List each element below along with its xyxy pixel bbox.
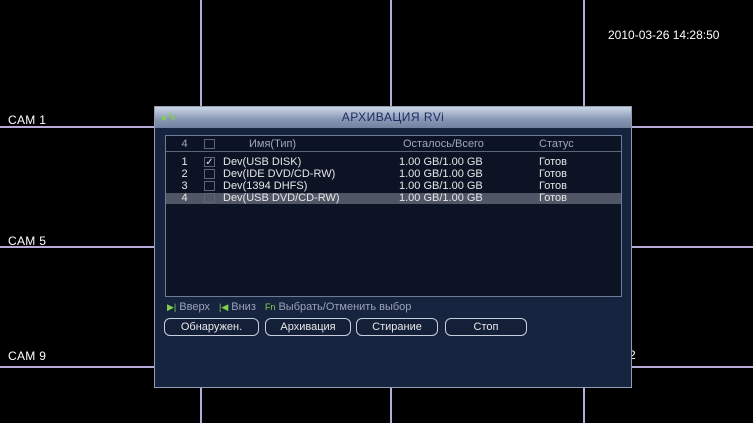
select-all-checkbox[interactable] bbox=[204, 139, 215, 149]
row-checkbox[interactable] bbox=[204, 181, 215, 191]
hint-down-label: Вниз bbox=[231, 301, 256, 313]
device-name: Dev(USB DISK) bbox=[223, 156, 302, 168]
hint-down: |◀ Вниз bbox=[219, 301, 256, 313]
row-checkbox[interactable] bbox=[204, 193, 215, 203]
row-index: 3 bbox=[181, 180, 188, 192]
erase-button[interactable]: Стирание bbox=[356, 318, 438, 336]
arrow-down-icon: |◀ bbox=[219, 302, 229, 312]
device-space: 1.00 GB/1.00 GB bbox=[399, 192, 483, 204]
hint-select: Fn Выбрать/Отменить выбор bbox=[265, 301, 411, 313]
device-space: 1.00 GB/1.00 GB bbox=[399, 156, 483, 168]
datetime-display: 2010-03-26 14:28:50 bbox=[608, 28, 720, 42]
header-divider bbox=[166, 151, 621, 152]
column-header-name[interactable]: Имя(Тип) bbox=[249, 139, 296, 150]
hint-up-label: Вверх bbox=[179, 301, 210, 313]
device-status: Готов bbox=[539, 180, 567, 192]
device-table: 4 Имя(Тип) Осталось/Всего Статус 1 ✓ Dev… bbox=[165, 135, 622, 297]
device-count: 4 bbox=[181, 138, 188, 150]
row-checkbox[interactable] bbox=[204, 169, 215, 179]
archive-button[interactable]: Архивация bbox=[265, 318, 351, 336]
dialog-titlebar[interactable]: ▸✎ АРХИВАЦИЯ RVi bbox=[155, 107, 631, 128]
row-index: 4 bbox=[181, 192, 188, 204]
device-space: 1.00 GB/1.00 GB bbox=[399, 168, 483, 180]
table-row[interactable]: 2 Dev(IDE DVD/CD-RW) 1.00 GB/1.00 GB Гот… bbox=[166, 169, 621, 180]
detect-button[interactable]: Обнаружен. bbox=[164, 318, 259, 336]
fn-key-icon: Fn bbox=[264, 302, 276, 312]
camera-label-1: CAM 1 bbox=[8, 113, 47, 127]
arrow-up-icon: ▶| bbox=[167, 302, 177, 312]
key-hints: ▶| Вверх |◀ Вниз Fn Выбрать/Отменить выбор bbox=[167, 301, 417, 313]
row-checkbox[interactable]: ✓ bbox=[204, 157, 215, 168]
row-index: 2 bbox=[181, 168, 188, 180]
column-header-status[interactable]: Статус bbox=[539, 139, 574, 150]
device-status: Готов bbox=[539, 156, 567, 168]
camera-label-9: CAM 9 bbox=[8, 349, 47, 363]
device-name: Dev(USB DVD/CD-RW) bbox=[223, 192, 340, 204]
device-name: Dev(IDE DVD/CD-RW) bbox=[223, 168, 336, 180]
hint-select-label: Выбрать/Отменить выбор bbox=[278, 301, 412, 313]
table-row[interactable]: 1 ✓ Dev(USB DISK) 1.00 GB/1.00 GB Готов bbox=[166, 157, 621, 168]
device-status: Готов bbox=[539, 192, 567, 204]
table-row[interactable]: 3 Dev(1394 DHFS) 1.00 GB/1.00 GB Готов bbox=[166, 181, 621, 192]
column-header-space[interactable]: Осталось/Всего bbox=[403, 139, 484, 150]
table-row[interactable]: 4 Dev(USB DVD/CD-RW) 1.00 GB/1.00 GB Гот… bbox=[166, 193, 621, 204]
row-index: 1 bbox=[181, 156, 188, 168]
device-name: Dev(1394 DHFS) bbox=[223, 180, 308, 192]
stop-button[interactable]: Стоп bbox=[445, 318, 527, 336]
camera-label-5: CAM 5 bbox=[8, 234, 47, 248]
device-space: 1.00 GB/1.00 GB bbox=[399, 180, 483, 192]
device-status: Готов bbox=[539, 168, 567, 180]
table-header: 4 Имя(Тип) Осталось/Всего Статус bbox=[166, 139, 621, 150]
backup-dialog: ▸✎ АРХИВАЦИЯ RVi 4 Имя(Тип) Осталось/Все… bbox=[154, 106, 632, 388]
dialog-title: АРХИВАЦИЯ RVi bbox=[341, 110, 445, 124]
hint-up: ▶| Вверх bbox=[167, 301, 210, 313]
